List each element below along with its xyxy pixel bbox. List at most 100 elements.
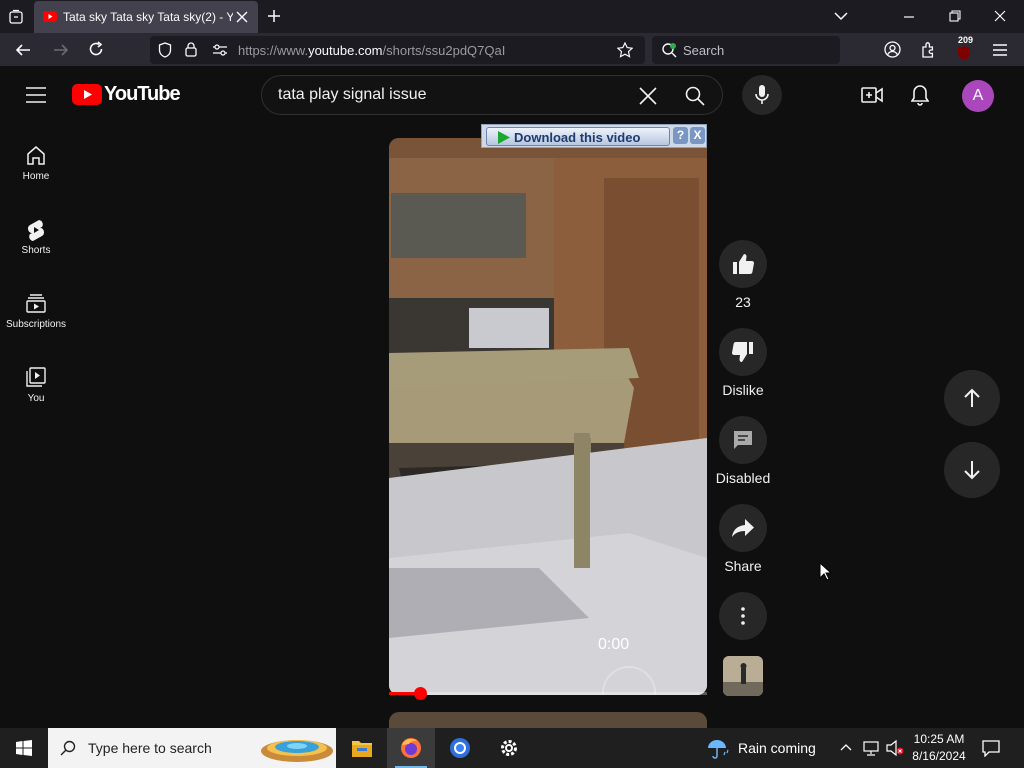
url-text[interactable]: https://www.youtube.com/shorts/ssu2pdQ7Q… — [238, 43, 505, 58]
close-tab-icon[interactable] — [236, 11, 248, 23]
like-count: 23 — [735, 294, 751, 310]
back-arrow-icon[interactable] — [15, 42, 31, 58]
restore-window-icon[interactable] — [949, 10, 961, 22]
arrow-up-icon — [964, 388, 980, 407]
taskbar-search-box[interactable]: Type here to search — [48, 728, 336, 768]
video-progress-bar[interactable] — [389, 692, 707, 695]
tracking-protection-shield-icon[interactable] — [158, 42, 172, 58]
reload-icon[interactable] — [88, 41, 104, 57]
create-video-icon[interactable] — [861, 85, 883, 105]
download-help-button[interactable]: ? — [673, 127, 688, 144]
comment-icon — [734, 431, 752, 449]
comments-button[interactable] — [719, 416, 767, 464]
youtube-search-box — [261, 75, 723, 115]
youtube-logo-icon[interactable] — [72, 84, 102, 105]
weather-status[interactable]: Rain coming — [738, 740, 816, 756]
clock-time: 10:25 AM — [913, 732, 965, 746]
weather-umbrella-icon[interactable] — [706, 738, 730, 760]
ublock-origin-shield-icon[interactable] — [956, 45, 972, 61]
windows-start-icon[interactable] — [16, 740, 32, 756]
taskbar-chrome[interactable] — [436, 728, 484, 768]
network-icon[interactable] — [863, 740, 879, 756]
permissions-sliders-icon[interactable] — [212, 44, 228, 56]
search-icon[interactable] — [685, 86, 705, 106]
share-label: Share — [724, 558, 762, 574]
search-highlight-image-icon — [261, 740, 333, 762]
mouse-cursor-icon — [819, 562, 831, 581]
notification-center-icon[interactable] — [982, 740, 1000, 757]
clear-search-x-icon[interactable] — [639, 87, 657, 105]
like-button[interactable] — [719, 240, 767, 288]
sidebar-item-label: Home — [22, 171, 50, 182]
search-icon — [60, 740, 76, 756]
sidebar-item-label: Shorts — [21, 245, 51, 256]
search-engine-google-icon — [662, 43, 677, 58]
sidebar-item-subscriptions[interactable]: Subscriptions — [0, 279, 72, 349]
video-frame-image — [389, 138, 707, 695]
guide-menu-icon[interactable] — [26, 87, 46, 103]
share-arrow-icon — [732, 519, 754, 537]
minimize-window-icon[interactable] — [903, 11, 915, 23]
subscriptions-icon — [26, 294, 46, 313]
tab-list-chevron-down-icon[interactable] — [834, 11, 848, 21]
download-video-button[interactable]: Download this video — [486, 127, 670, 146]
lock-icon[interactable] — [185, 42, 197, 57]
avatar[interactable]: A — [962, 80, 994, 112]
more-actions-button[interactable] — [719, 592, 767, 640]
app-menu-hamburger-icon[interactable] — [992, 43, 1008, 57]
sound-thumbnail[interactable] — [723, 656, 763, 696]
home-icon — [27, 146, 45, 165]
you-icon — [26, 367, 46, 387]
clock-date: 8/16/2024 — [912, 749, 966, 763]
new-tab-icon[interactable] — [267, 9, 281, 23]
download-toolbar: Download this video ? X — [481, 124, 707, 148]
youtube-favicon-icon — [43, 11, 57, 22]
windows-taskbar: Type here to search Rain coming 10:25 AM… — [0, 728, 1024, 768]
voice-search-button[interactable] — [742, 75, 782, 115]
youtube-search-input[interactable] — [278, 84, 628, 106]
sidebar-item-label: Subscriptions — [5, 319, 67, 330]
browser-tab-strip: Tata sky Tata sky Tata sky(2) - YouTube — [0, 0, 1024, 33]
play-green-icon — [498, 131, 510, 144]
sidebar-item-you[interactable]: You — [0, 353, 72, 423]
taskbar-firefox[interactable] — [387, 728, 435, 768]
sidebar-item-shorts[interactable]: Shorts — [0, 205, 72, 275]
chrome-icon — [450, 738, 470, 758]
tab-title: Tata sky Tata sky Tata sky(2) - YouTube — [63, 10, 233, 24]
taskbar-settings[interactable] — [485, 728, 533, 768]
taskbar-search-placeholder: Type here to search — [88, 740, 212, 756]
bookmark-star-icon[interactable] — [617, 42, 633, 58]
tray-chevron-up-icon[interactable] — [840, 743, 852, 751]
browser-search-box[interactable]: Search — [652, 36, 840, 64]
youtube-logo-text[interactable]: YouTube — [104, 83, 181, 106]
volume-muted-icon[interactable] — [886, 740, 904, 756]
next-short-button[interactable] — [944, 442, 1000, 498]
taskbar-clock[interactable]: 10:25 AM 8/16/2024 — [904, 731, 974, 765]
notifications-bell-icon[interactable] — [911, 84, 929, 106]
previous-short-button[interactable] — [944, 370, 1000, 426]
extensions-puzzle-icon[interactable] — [921, 41, 937, 58]
list-all-tabs-icon[interactable] — [8, 9, 24, 25]
download-close-button[interactable]: X — [690, 127, 705, 144]
shorts-video-player[interactable] — [389, 138, 707, 695]
close-window-icon[interactable] — [994, 10, 1006, 22]
arrow-down-icon — [964, 461, 980, 480]
account-icon[interactable] — [884, 41, 901, 58]
dislike-button[interactable] — [719, 328, 767, 376]
extension-badge-count: 209 — [956, 35, 976, 45]
dislike-label: Dislike — [722, 382, 764, 398]
video-progress-scrubber[interactable] — [414, 687, 427, 700]
address-bar[interactable]: https://www.youtube.com/shorts/ssu2pdQ7Q… — [150, 36, 645, 64]
shorts-icon — [28, 220, 44, 241]
more-vertical-icon — [741, 607, 745, 625]
sidebar-item-home[interactable]: Home — [0, 131, 72, 201]
sound-thumbnail-image — [723, 656, 763, 696]
browser-tab-active[interactable]: Tata sky Tata sky Tata sky(2) - YouTube — [34, 1, 258, 33]
forward-arrow-icon[interactable] — [53, 42, 69, 58]
taskbar-file-explorer[interactable] — [338, 728, 386, 768]
gear-icon — [501, 740, 517, 756]
firefox-icon — [401, 738, 421, 758]
share-button[interactable] — [719, 504, 767, 552]
youtube-masthead: YouTube A — [0, 66, 1024, 124]
folder-icon — [352, 741, 372, 757]
